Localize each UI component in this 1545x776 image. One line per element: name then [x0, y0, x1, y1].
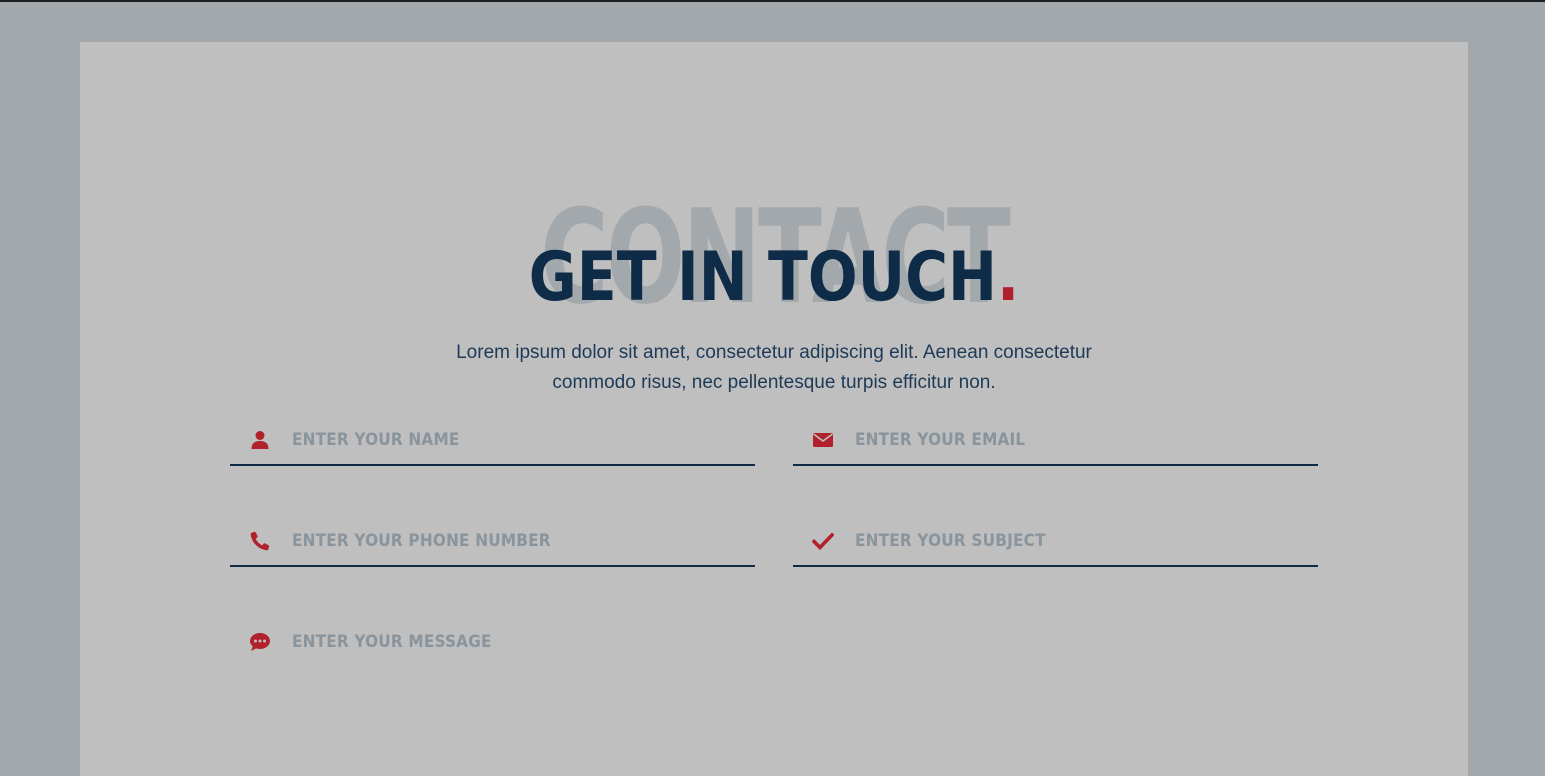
phone-icon	[248, 529, 272, 553]
intro-line-1: Lorem ipsum dolor sit amet, consectetur …	[456, 342, 1092, 363]
section-title: GET IN TOUCH.	[177, 238, 1371, 318]
section-title-text: GET IN TOUCH	[528, 238, 997, 317]
name-input[interactable]	[292, 420, 755, 460]
contact-panel: CONTACT GET IN TOUCH. Lorem ipsum dolor …	[80, 42, 1468, 776]
subject-input[interactable]	[855, 521, 1318, 561]
title-accent-dot: .	[996, 238, 1020, 317]
check-icon	[811, 529, 835, 553]
top-border	[0, 0, 1545, 2]
email-input[interactable]	[855, 420, 1318, 460]
phone-field	[230, 521, 755, 567]
chat-bubble-icon	[248, 630, 272, 654]
user-icon	[248, 428, 272, 452]
message-input[interactable]	[292, 622, 1318, 662]
email-field	[793, 420, 1318, 466]
intro-line-2: commodo risus, nec pellentesque turpis e…	[552, 372, 996, 393]
name-field	[230, 420, 755, 466]
section-intro: Lorem ipsum dolor sit amet, consectetur …	[424, 338, 1124, 398]
message-field	[230, 622, 1318, 682]
subject-field	[793, 521, 1318, 567]
envelope-icon	[811, 428, 835, 452]
phone-input[interactable]	[292, 521, 755, 561]
